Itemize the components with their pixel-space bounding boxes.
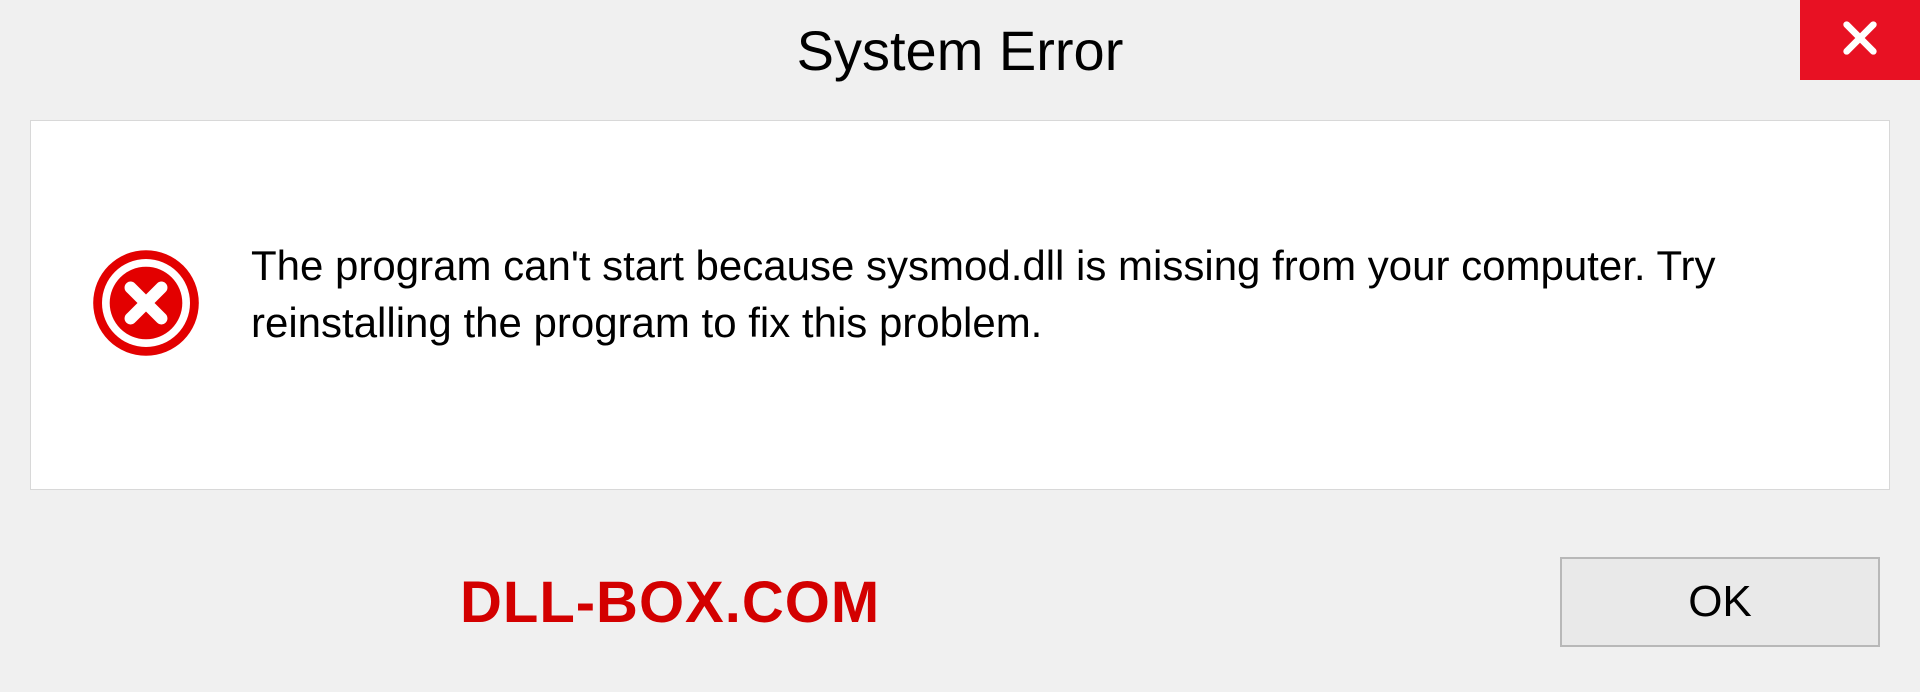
message-panel: The program can't start because sysmod.d… (30, 120, 1890, 490)
footer: DLL-BOX.COM OK (0, 542, 1920, 662)
ok-button[interactable]: OK (1560, 557, 1880, 647)
watermark-text: DLL-BOX.COM (460, 569, 880, 636)
close-icon (1840, 18, 1880, 63)
close-button[interactable] (1800, 0, 1920, 80)
error-icon (91, 248, 201, 363)
dialog-title: System Error (797, 18, 1124, 83)
titlebar: System Error (0, 0, 1920, 100)
error-message: The program can't start because sysmod.d… (251, 238, 1829, 351)
